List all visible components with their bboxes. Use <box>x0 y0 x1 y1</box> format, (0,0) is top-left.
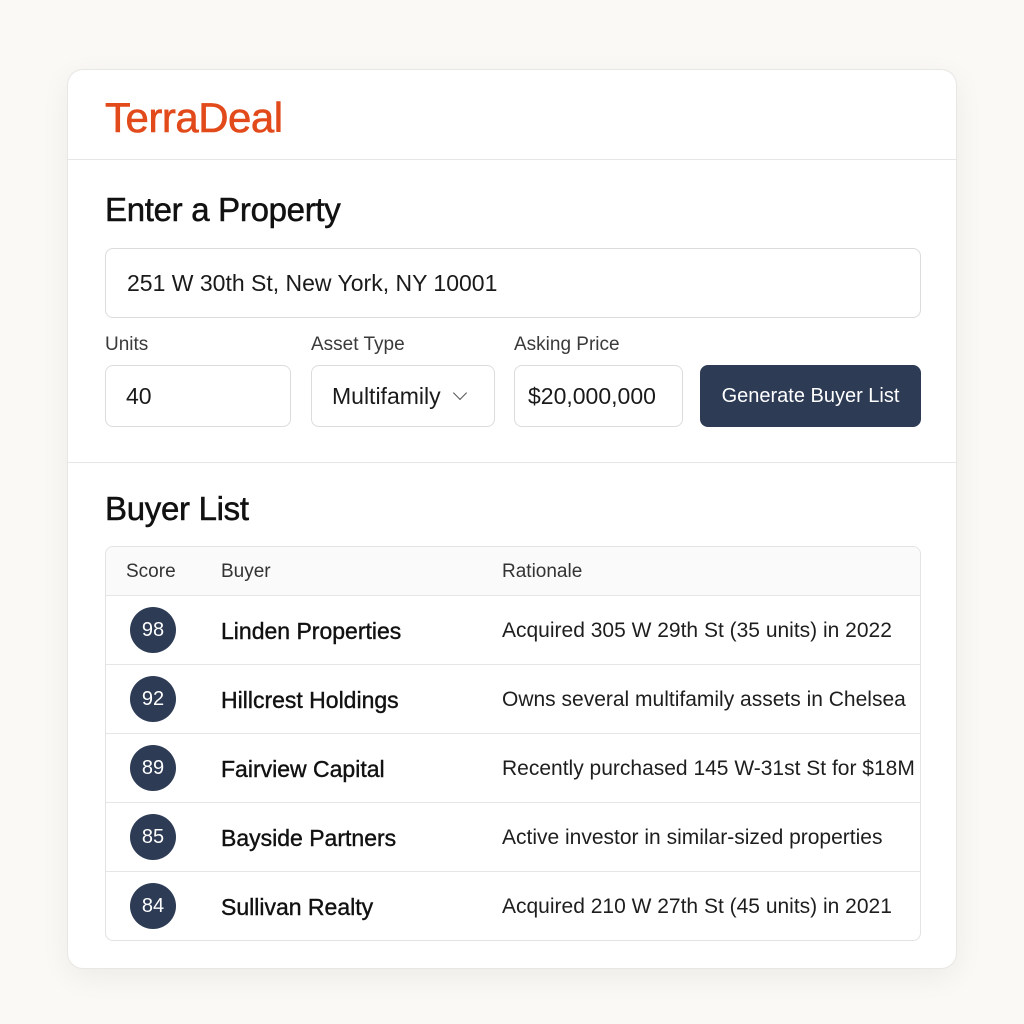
table-row[interactable]: 85 Bayside Partners Active investor in s… <box>106 803 920 872</box>
buyer-rationale: Recently purchased 145 W-31st St for $18… <box>502 757 915 780</box>
buyer-rationale: Acquired 305 W 29th St (35 units) in 202… <box>502 619 892 642</box>
property-section-title: Enter a Property <box>105 191 341 229</box>
score-badge: 98 <box>130 607 176 653</box>
asking-price-field[interactable] <box>514 365 683 427</box>
buyer-rationale: Acquired 210 W 27th St (45 units) in 202… <box>502 895 892 918</box>
buyer-name[interactable]: Hillcrest Holdings <box>221 687 399 714</box>
table-row[interactable]: 84 Sullivan Realty Acquired 210 W 27th S… <box>106 872 920 940</box>
main-card: TerraDeal Enter a Property Units Asset T… <box>67 69 957 969</box>
score-badge: 89 <box>130 745 176 791</box>
units-input[interactable] <box>126 382 290 410</box>
buyer-list-title: Buyer List <box>105 490 250 528</box>
units-field[interactable] <box>105 365 291 427</box>
table-row[interactable]: 89 Fairview Capital Recently purchased 1… <box>106 734 920 803</box>
buyer-name[interactable]: Linden Properties <box>221 618 402 645</box>
brand-logo[interactable]: TerraDeal <box>105 94 284 142</box>
generate-buyer-list-button[interactable]: Generate Buyer List <box>700 365 921 427</box>
chevron-down-icon <box>452 385 467 401</box>
score-badge: 92 <box>130 676 176 722</box>
buyer-table: Score Buyer Rationale 98 Linden Properti… <box>105 546 921 941</box>
asset-type-value: Multifamily <box>332 382 441 409</box>
score-badge: 84 <box>130 883 176 929</box>
table-header: Score Buyer Rationale <box>106 547 920 596</box>
table-row[interactable]: 92 Hillcrest Holdings Owns several multi… <box>106 665 920 734</box>
buyer-name[interactable]: Fairview Capital <box>221 756 385 783</box>
buyer-name[interactable]: Sullivan Realty <box>221 894 374 921</box>
table-row[interactable]: 98 Linden Properties Acquired 305 W 29th… <box>106 596 920 665</box>
buyer-name[interactable]: Bayside Partners <box>221 825 397 852</box>
units-label: Units <box>105 334 149 355</box>
column-header-rationale[interactable]: Rationale <box>502 561 582 583</box>
score-badge: 85 <box>130 814 176 860</box>
buyer-rationale: Active investor in similar-sized propert… <box>502 826 883 849</box>
buyer-rationale: Owns several multifamily assets in Chels… <box>502 688 906 711</box>
column-header-score[interactable]: Score <box>126 561 176 583</box>
column-header-buyer[interactable]: Buyer <box>221 561 271 583</box>
asking-price-label: Asking Price <box>514 334 620 355</box>
asset-type-select[interactable]: Multifamily <box>311 365 495 427</box>
address-input[interactable] <box>105 248 921 318</box>
asset-type-label: Asset Type <box>311 334 405 355</box>
section-divider <box>68 462 956 463</box>
header-bar: TerraDeal <box>68 70 956 160</box>
asking-price-input[interactable] <box>528 382 682 410</box>
